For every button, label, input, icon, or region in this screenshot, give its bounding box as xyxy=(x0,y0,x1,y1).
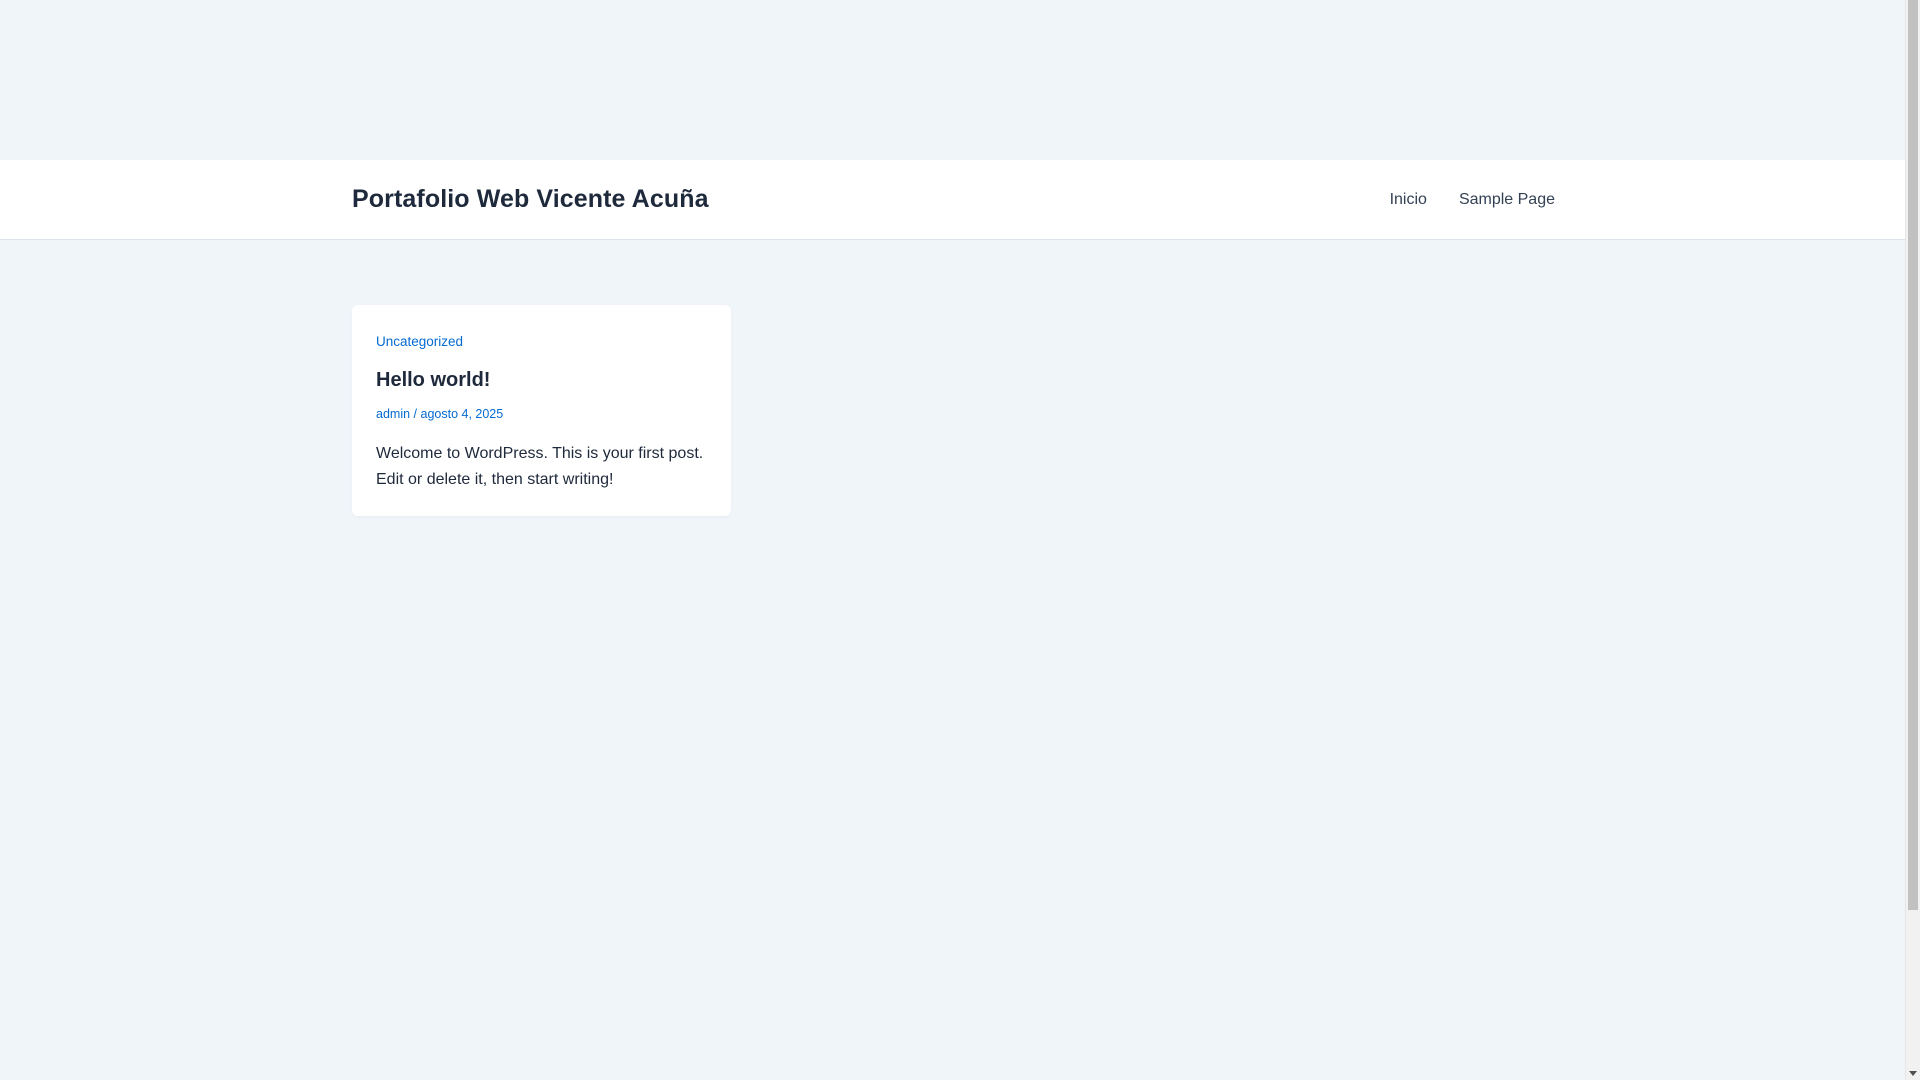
primary-navigation: Inicio Sample Page xyxy=(1358,160,1555,239)
vertical-scrollbar[interactable] xyxy=(1905,0,1920,1080)
post-meta: admin / agosto 4, 2025 xyxy=(376,407,503,421)
browser-viewport: Portafolio Web Vicente Acuña Inicio Samp… xyxy=(0,0,1920,1080)
meta-separator: / xyxy=(413,407,418,421)
scroll-down-arrow-icon[interactable] xyxy=(1909,1071,1917,1076)
nav-item-sample-page[interactable]: Sample Page xyxy=(1459,160,1555,239)
top-spacer xyxy=(0,0,1905,160)
post-author-link[interactable]: admin xyxy=(376,407,410,421)
post-card: Uncategorized Hello world! admin / agost… xyxy=(352,305,731,516)
scrollbar-thumb[interactable] xyxy=(1908,0,1918,910)
site-header: Portafolio Web Vicente Acuña Inicio Samp… xyxy=(0,160,1905,240)
page: Portafolio Web Vicente Acuña Inicio Samp… xyxy=(0,0,1905,1080)
post-title-link[interactable]: Hello world! xyxy=(376,369,490,392)
post-excerpt: Welcome to WordPress. This is your first… xyxy=(376,445,704,488)
nav-item-inicio[interactable]: Inicio xyxy=(1390,160,1427,239)
post-date-link[interactable]: agosto 4, 2025 xyxy=(421,407,504,421)
site-title-link[interactable]: Portafolio Web Vicente Acuña xyxy=(352,160,709,239)
post-category-link[interactable]: Uncategorized xyxy=(376,334,463,349)
